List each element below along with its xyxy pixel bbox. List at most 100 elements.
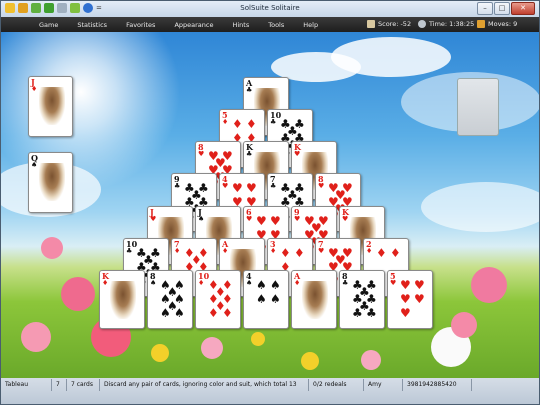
card-suit-icon: ♥ <box>318 247 325 255</box>
game-table: J♦Q♠A♣5♦♦♦♦♦♦10♣♣♣♣♣♣♣♣♣8♥♥♥♥♥♥♥♥♥K♣K♥9♣… <box>1 32 539 378</box>
card-pip-icon: ♠ <box>270 278 281 292</box>
card-pip-icon: ♦ <box>294 246 305 260</box>
window-title: SolSuite Solitaire <box>240 4 300 12</box>
flower <box>301 352 319 370</box>
menu-tools[interactable]: Tools <box>268 21 284 29</box>
menu-hints[interactable]: Hints <box>232 21 249 29</box>
card-suit-icon: ♣ <box>246 86 253 94</box>
card-suit-icon: ♥ <box>342 215 349 223</box>
minimize-button[interactable]: – <box>477 2 493 15</box>
card-suit-icon: ♦ <box>366 247 373 255</box>
card-pip-icon: ♠ <box>270 292 281 306</box>
window-controls: – □ ✕ <box>477 2 535 15</box>
status-player: Amy <box>364 379 403 391</box>
card-pip-icon: ♣ <box>191 188 202 202</box>
status-hint: Discard any pair of cards, ignoring colo… <box>100 379 309 391</box>
card-pip-icon: ♠ <box>167 285 178 299</box>
menu-appearance[interactable]: Appearance <box>174 21 213 29</box>
playing-card[interactable]: 8 ♠ ♠ ♠ ♠ ♠ ♠ ♠ ♠ ♠ <box>147 270 193 329</box>
card-pip-icon: ♥ <box>335 253 346 267</box>
card-suit-icon: ♥ <box>198 150 205 158</box>
menu-statistics[interactable]: Statistics <box>77 21 107 29</box>
card-pip-icon: ♥ <box>270 214 281 228</box>
title-bar: = SolSuite Solitaire – □ ✕ <box>1 1 539 17</box>
card-suit-icon: ♦ <box>102 279 109 287</box>
time-display: Time: 1:38:25 <box>418 20 474 28</box>
flower <box>361 350 381 370</box>
menu-game[interactable]: Game <box>39 21 58 29</box>
close-button[interactable]: ✕ <box>511 2 535 15</box>
menu-bar: Game Statistics Favorites Appearance Hin… <box>1 17 539 32</box>
card-suit-icon: ♥ <box>318 182 325 190</box>
card-pip-icon: ♦ <box>215 299 226 313</box>
playing-card[interactable]: J ♦ <box>28 76 73 137</box>
moves-display: Moves: 9 <box>477 20 517 28</box>
card-suit-icon: ♥ <box>150 215 157 223</box>
card-suit-icon: ♥ <box>246 215 253 223</box>
card-suit-icon: ♣ <box>342 279 349 287</box>
card-pip-icon: ♣ <box>143 253 154 267</box>
card-pip-icon: ♣ <box>359 299 370 313</box>
flower <box>61 277 95 311</box>
card-suit-icon: ♦ <box>31 85 38 93</box>
flower <box>21 322 51 352</box>
discard-pile[interactable] <box>457 78 499 136</box>
status-area: Tableau <box>1 379 52 391</box>
card-suit-icon: ♦ <box>222 118 229 126</box>
card-pip-icon: ♥ <box>414 278 425 292</box>
card-suit-icon: ♦ <box>294 279 301 287</box>
dog-portrait-icon <box>302 281 328 319</box>
card-suit-icon: ♠ <box>31 161 38 169</box>
flower <box>471 267 507 303</box>
score-icon <box>367 20 375 28</box>
card-suit-icon: ♦ <box>270 247 277 255</box>
playing-card[interactable]: Q ♠ <box>28 152 73 213</box>
card-pip-icon: ♥ <box>400 292 411 306</box>
card-pip-icon: ♦ <box>246 117 257 131</box>
menu-favorites[interactable]: Favorites <box>126 21 155 29</box>
flower <box>151 344 169 362</box>
card-pip-icon: ♣ <box>287 188 298 202</box>
maximize-button[interactable]: □ <box>494 2 510 15</box>
card-suit-icon: ♠ <box>246 279 253 287</box>
card-suit-icon: ♣ <box>246 150 253 158</box>
playing-card[interactable]: 4 ♠ ♠ ♠ ♠ ♠ <box>243 270 289 329</box>
card-pip-icon: ♥ <box>311 221 322 235</box>
card-suit-icon: ♥ <box>294 215 301 223</box>
card-pip-icon: ♥ <box>414 292 425 306</box>
card-pip-icon: ♥ <box>400 278 411 292</box>
card-suit-icon: ♥ <box>294 150 301 158</box>
card-suit-icon: ♦ <box>198 279 205 287</box>
moves-icon <box>477 20 485 28</box>
playing-card[interactable]: A ♦ <box>291 270 337 329</box>
playing-card[interactable]: 8 ♣ ♣ ♣ ♣ ♣ ♣ ♣ ♣ ♣ <box>339 270 385 329</box>
background-cloud <box>421 182 539 232</box>
card-suit-icon: ♥ <box>222 182 229 190</box>
card-suit-icon: ♣ <box>126 247 133 255</box>
card-suit-icon: ♥ <box>390 279 397 287</box>
card-pip-icon: ♦ <box>215 285 226 299</box>
card-pip-icon: ♥ <box>335 188 346 202</box>
background-cloud <box>331 37 451 77</box>
card-pip-icon: ♥ <box>232 181 243 195</box>
card-suit-icon: ♠ <box>150 279 157 287</box>
playing-card[interactable]: 10 ♦ ♦ ♦ ♦ ♦ ♦ ♦ ♦ ♦ <box>195 270 241 329</box>
dog-portrait-icon <box>39 163 65 201</box>
card-pip-icon: ♥ <box>256 214 267 228</box>
solitaire-window: = SolSuite Solitaire – □ ✕ Game Statisti… <box>0 0 540 405</box>
card-pip-icon: ♦ <box>376 246 387 260</box>
card-suit-icon: ♦ <box>174 247 181 255</box>
card-pip-icon: ♠ <box>256 278 267 292</box>
status-bar: Tableau 7 7 cards Discard any pair of ca… <box>1 378 539 404</box>
card-pip-icon: ♦ <box>280 246 291 260</box>
status-redeals: 0/2 redeals <box>309 379 364 391</box>
playing-card[interactable]: 5 ♥ ♥ ♥ ♥ ♥ ♥ <box>387 270 433 329</box>
menu-help[interactable]: Help <box>303 21 318 29</box>
card-pip-icon: ♠ <box>256 292 267 306</box>
card-suit-icon: ♦ <box>222 247 229 255</box>
playing-card[interactable]: K ♦ <box>99 270 145 329</box>
card-pip-icon: ♦ <box>232 117 243 131</box>
card-suit-icon: ♣ <box>270 118 277 126</box>
card-pip-icon: ♥ <box>246 181 257 195</box>
card-pip-icon: ♦ <box>390 246 401 260</box>
